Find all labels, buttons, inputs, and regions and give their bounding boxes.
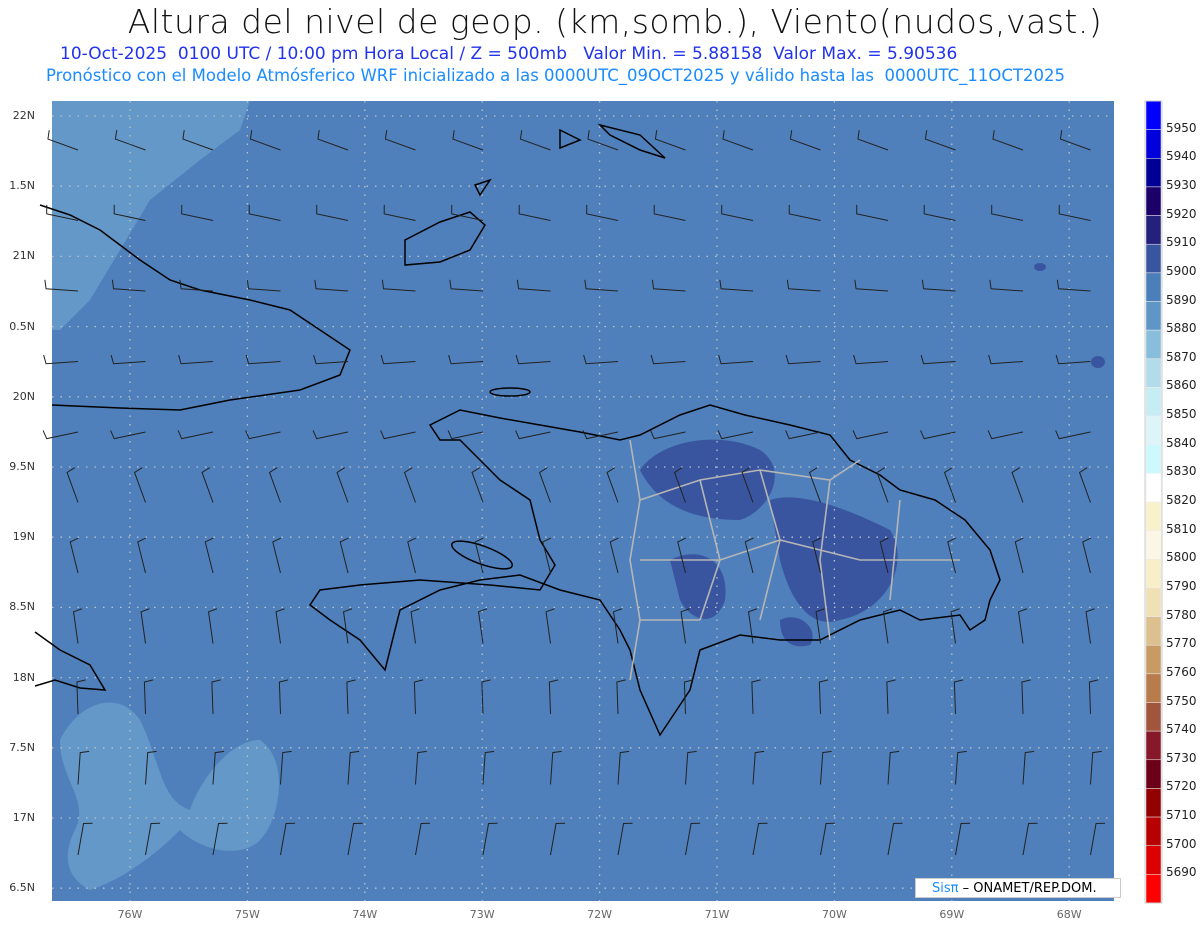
- x-axis-label: 68W: [1056, 908, 1082, 921]
- colorbar-label: 5760: [1166, 664, 1197, 679]
- x-axis-label: 75W: [234, 908, 260, 921]
- y-axis-label: 7.5N: [9, 740, 35, 754]
- colorbar-label: 5880: [1166, 321, 1197, 336]
- colorbar-label: 5730: [1166, 750, 1197, 765]
- x-axis-label: 69W: [939, 908, 965, 921]
- colorbar-swatch: [1145, 329, 1162, 360]
- credit-text: – ONAMET/REP.DOM.: [958, 881, 1097, 896]
- colorbar-swatch: [1145, 358, 1162, 388]
- colorbar-swatch: [1145, 874, 1162, 904]
- colorbar-label: 5740: [1166, 722, 1197, 737]
- colorbar-label: 5820: [1166, 493, 1197, 507]
- colorbar-swatch: [1145, 587, 1162, 617]
- colorbar-swatch: [1145, 129, 1162, 159]
- credit-box: Sisπ – ONAMET/REP.DOM.: [915, 878, 1121, 898]
- colorbar-label: 5890: [1166, 292, 1197, 307]
- colorbar-swatch: [1145, 644, 1162, 675]
- colorbar-label: 5860: [1166, 378, 1197, 393]
- colorbar-swatch: [1145, 272, 1162, 302]
- y-axis-label: 9.5N: [9, 460, 35, 473]
- map-canvas: [34, 100, 1163, 904]
- colorbar-label: 5770: [1166, 636, 1197, 651]
- colorbar-label: 5830: [1166, 464, 1197, 479]
- colorbar-label: 5920: [1166, 206, 1197, 221]
- colorbar-swatch: [1145, 243, 1162, 274]
- colorbar-swatch: [1145, 387, 1162, 417]
- shade-region-dark: [1091, 356, 1105, 368]
- y-axis-label: 1.5N: [9, 179, 35, 193]
- colorbar-swatch: [1145, 473, 1162, 503]
- colorbar-label: 5780: [1166, 607, 1197, 622]
- colorbar-label: 5840: [1166, 435, 1197, 450]
- colorbar-label: 5800: [1166, 550, 1197, 565]
- colorbar-swatch: [1145, 444, 1162, 474]
- x-axis-label: 74W: [352, 908, 378, 921]
- colorbar-swatch: [1145, 788, 1162, 818]
- colorbar-swatch: [1145, 616, 1162, 646]
- colorbar-swatch: [1145, 759, 1162, 789]
- colorbar-swatch: [1145, 530, 1162, 560]
- colorbar-label: 5910: [1166, 235, 1197, 250]
- colorbar-label: 5810: [1166, 521, 1197, 536]
- y-axis-label: 18N: [12, 670, 35, 684]
- colorbar-label: 5710: [1166, 808, 1197, 823]
- colorbar-label: 5700: [1166, 836, 1197, 851]
- colorbar-label: 5750: [1166, 693, 1197, 708]
- y-axis-label: 19N: [12, 530, 35, 544]
- colorbar-swatch: [1145, 673, 1162, 703]
- colorbar-label: 5940: [1166, 149, 1197, 164]
- colorbar-swatch: [1145, 301, 1162, 331]
- y-axis-label: 17N: [12, 811, 35, 824]
- colorbar-label: 5720: [1166, 779, 1197, 794]
- y-axis-label: 20N: [12, 389, 35, 403]
- y-axis-label: 21N: [12, 249, 35, 263]
- x-axis-label: 73W: [469, 908, 495, 921]
- colorbar-swatch: [1145, 730, 1162, 761]
- colorbar: [1145, 100, 1162, 904]
- colorbar-swatch: [1145, 415, 1162, 445]
- colorbar-swatch: [1145, 816, 1162, 846]
- y-axis-label: 8.5N: [9, 600, 35, 614]
- y-axis-label: 6.5N: [9, 881, 35, 895]
- colorbar-swatch: [1145, 100, 1162, 130]
- shade-region-dark: [1034, 263, 1046, 271]
- colorbar-swatch: [1145, 215, 1162, 245]
- colorbar-swatch: [1145, 186, 1162, 216]
- colorbar-label: 5900: [1166, 263, 1197, 278]
- y-axis-label: 0.5N: [9, 319, 35, 333]
- colorbar-swatch: [1145, 158, 1162, 188]
- colorbar-swatch: [1145, 559, 1162, 589]
- colorbar-swatch: [1145, 845, 1162, 875]
- colorbar-label: 5850: [1166, 407, 1197, 422]
- colorbar-label: 5790: [1166, 578, 1197, 593]
- colorbar-label: 5690: [1166, 865, 1197, 880]
- colorbar-label: 5870: [1166, 349, 1197, 364]
- colorbar-swatch: [1145, 702, 1162, 732]
- colorbar-swatch: [1145, 501, 1162, 531]
- colorbar-label: 5930: [1166, 177, 1197, 192]
- sispi-logo: Sisπ: [932, 881, 959, 896]
- colorbar-label: 5950: [1166, 120, 1197, 135]
- y-axis-label: 22N: [12, 109, 35, 122]
- x-axis-label: 71W: [704, 908, 730, 921]
- x-axis-label: 76W: [117, 908, 143, 921]
- x-axis-label: 72W: [587, 908, 613, 921]
- x-axis-label: 70W: [821, 908, 847, 921]
